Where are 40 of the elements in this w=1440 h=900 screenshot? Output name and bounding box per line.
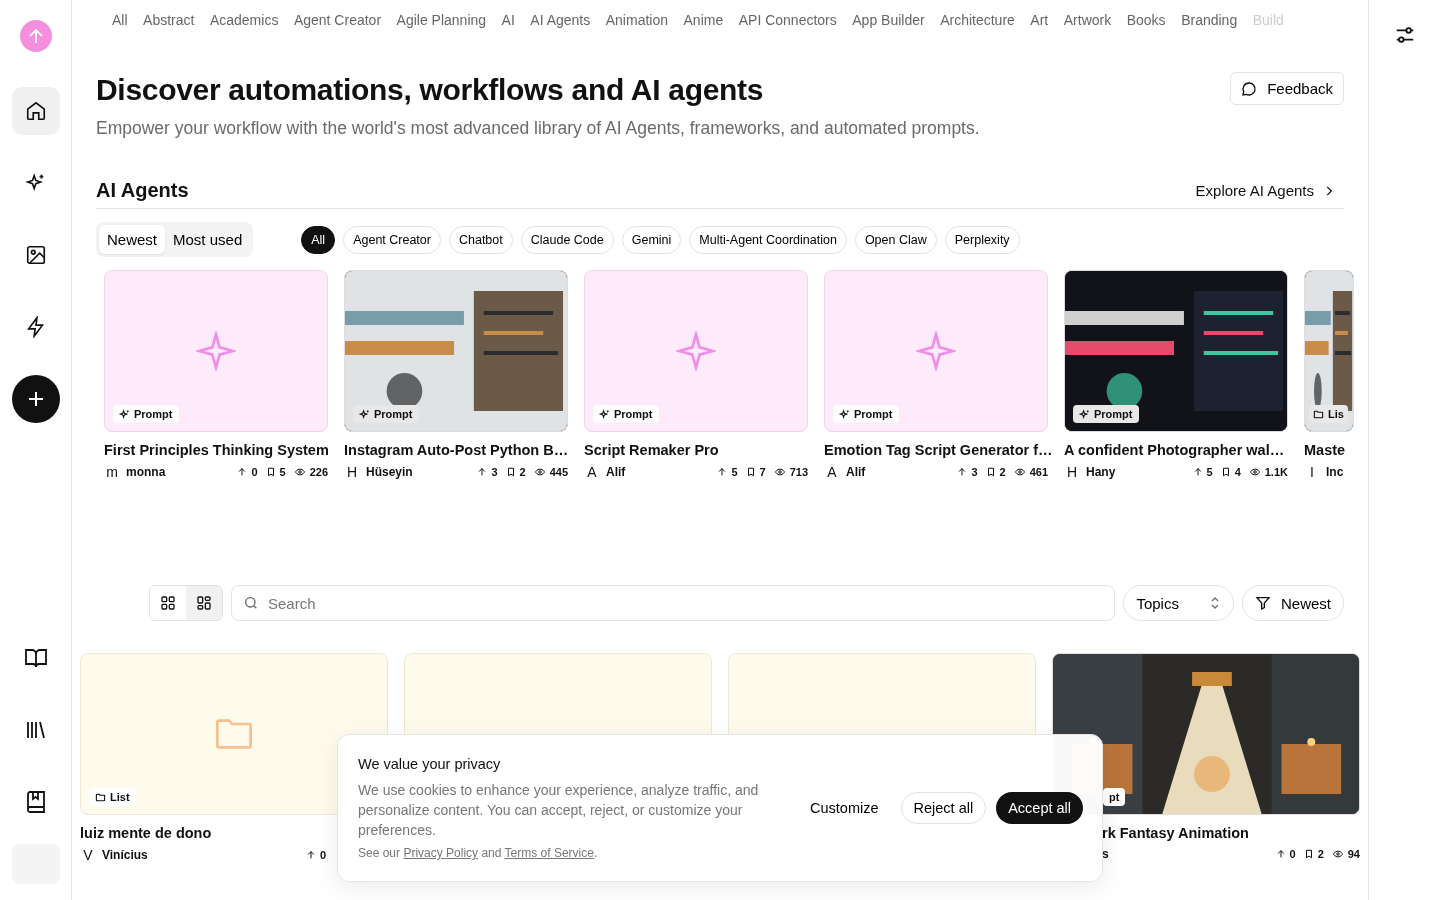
type-label: Lis: [1328, 408, 1344, 420]
author-avatar: A: [586, 464, 598, 480]
type-label: Prompt: [614, 408, 653, 420]
upvote-count: 0: [251, 466, 258, 478]
upvote-count: 0: [1289, 848, 1296, 860]
view-count: 713: [789, 466, 808, 478]
author-avatar: H: [1065, 464, 1079, 480]
save-count: 2: [519, 466, 526, 478]
view-count: 94: [1347, 848, 1360, 860]
upvote-count: 3: [491, 466, 498, 478]
page-title: Discover automations, workflows and AI agents: [96, 72, 765, 108]
cookie-title: We value your privacy: [358, 756, 502, 772]
type-label: List: [110, 791, 130, 803]
policy-notice: See our Privacy Policy and Terms of Service.: [358, 846, 599, 860]
upvote-count: 5: [731, 466, 738, 478]
author-avatar: H: [345, 464, 359, 480]
author-avatar: A: [826, 464, 838, 480]
type-label: Prompt: [1094, 408, 1133, 420]
type-label: Prompt: [854, 408, 893, 420]
section-title: AI Agents: [96, 179, 189, 202]
save-count: 2: [999, 466, 1006, 478]
upvote-count: 3: [971, 466, 978, 478]
type-label: pt: [1109, 791, 1120, 803]
upvote-count: 5: [1206, 466, 1213, 478]
save-count: 4: [1234, 466, 1241, 478]
view-count: 445: [549, 466, 568, 478]
upvote-count: 0: [319, 849, 326, 861]
view-count: 226: [309, 466, 328, 478]
cookie-text: We use cookies to enhance your experience, analyze traffic, and personalize content. You can accept, reject, or customize your preferences.: [358, 781, 760, 840]
author-avatar: m: [105, 464, 119, 480]
view-count: 461: [1029, 466, 1048, 478]
save-count: 2: [1317, 848, 1324, 860]
save-count: 5: [279, 466, 286, 478]
save-count: 7: [759, 466, 766, 478]
view-count: 1.1K: [1264, 466, 1288, 478]
author-avatar: I: [1309, 464, 1315, 480]
type-label: Prompt: [134, 408, 173, 420]
page-subtitle: Empower your workflow with the world's most advanced library of AI Agents, frameworks, and automated prompts.: [96, 118, 980, 139]
author-avatar: V: [82, 847, 94, 863]
type-label: Prompt: [374, 408, 413, 420]
